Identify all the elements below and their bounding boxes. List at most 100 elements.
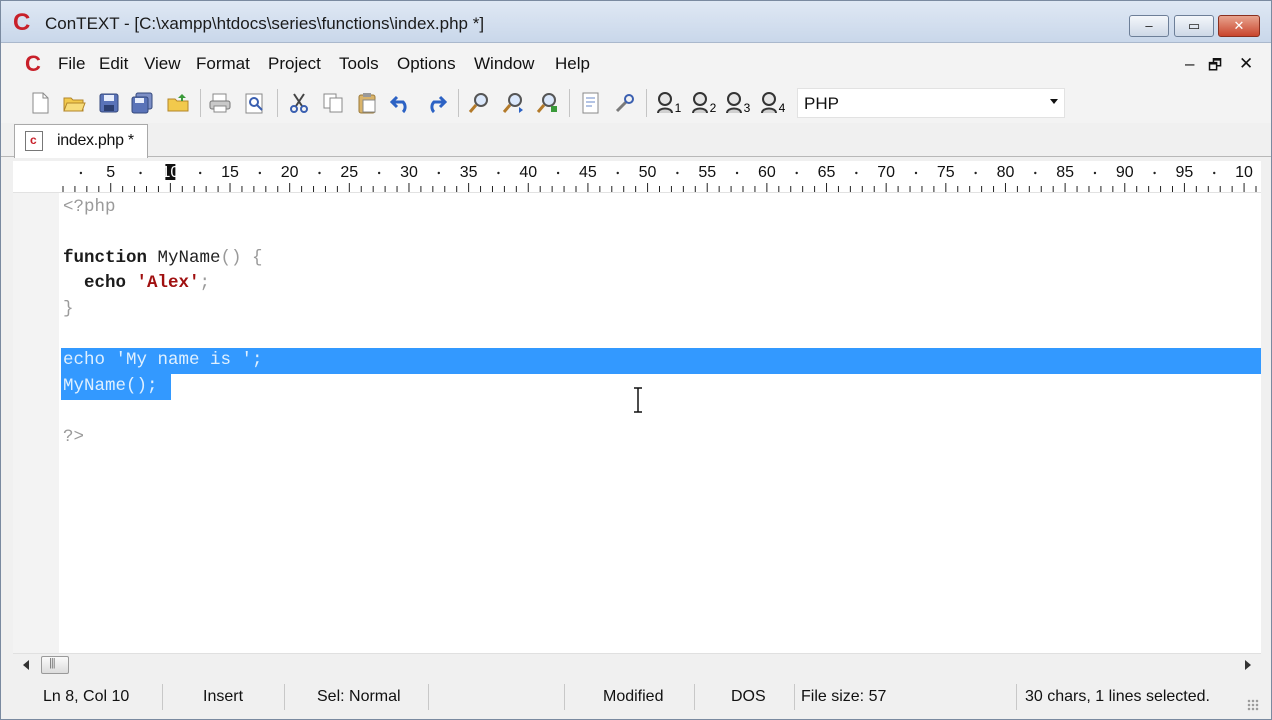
user-1-icon[interactable]: 1 [653,90,683,116]
status-cursor-position: Ln 8, Col 10 [13,684,163,710]
undo-icon[interactable] [389,90,415,116]
menu-help[interactable]: Help [555,54,590,74]
status-file-size: File size: 57 [795,684,1017,710]
print-icon[interactable] [207,90,233,116]
menu-window[interactable]: Window [474,54,534,74]
ruler-ticks: 5 10 15 20 25 30 35 40 45 50 55 60 65 70 75 80 85 90 95 10 [62,164,1257,192]
settings-icon[interactable] [612,90,638,116]
save-all-icon[interactable] [129,90,155,116]
user-3-icon[interactable]: 3 [722,90,752,116]
replace-icon[interactable] [534,90,560,116]
ruler-dot [914,171,918,175]
ruler-label: 45 [579,164,597,181]
window-title: ConTEXT - [C:\xampp\htdocs\series\functi… [45,14,485,33]
ruler-label: 75 [937,164,955,181]
maximize-icon: ▭ [1187,18,1201,33]
horizontal-scrollbar[interactable] [13,653,1261,675]
cut-icon[interactable] [286,90,312,116]
menu-tools[interactable]: Tools [339,54,379,74]
scrollbar-thumb[interactable] [41,656,69,674]
ruler-dot [676,171,679,175]
maximize-button[interactable]: ▭ [1174,15,1214,37]
mdi-minimize-button[interactable]: – [1185,54,1194,74]
print-preview-icon[interactable] [242,90,268,116]
ruler-label: 5 [106,164,115,181]
scroll-left-icon[interactable] [23,660,29,670]
language-select-value: PHP [804,94,839,113]
save-icon[interactable] [96,90,122,116]
open-project-icon[interactable] [165,90,191,116]
paste-icon[interactable] [354,90,380,116]
editor-gutter [13,193,59,653]
ruler-label: 80 [997,164,1015,181]
toolbar-separator [646,89,647,117]
status-insert-mode: Insert [163,684,285,710]
ruler-label: 55 [698,164,716,181]
mdi-restore-button[interactable]: 🗗 [1208,55,1222,80]
export-icon[interactable] [578,90,604,116]
ruler-dot [795,171,798,175]
toolbar-separator [458,89,459,117]
tab-bar: index.php * [1,123,1271,158]
user-2-icon[interactable]: 2 [688,90,718,116]
resize-grip-icon[interactable] [1247,699,1259,711]
minimize-icon: ‒ [1145,18,1153,33]
mdi-close-button[interactable]: ✕ [1239,54,1253,74]
redo-icon[interactable] [422,90,448,116]
code-line-10: ?> [63,427,85,447]
menu-view[interactable]: View [144,54,181,74]
ruler-label: 10 [161,164,179,181]
toolbar-separator [569,89,570,117]
open-folder-icon[interactable] [61,90,87,116]
status-line-endings: DOS [695,684,795,710]
ruler-dot [1093,171,1097,175]
text-cursor-icon [634,387,642,413]
ruler-label: 95 [1176,164,1194,181]
ruler-label: 35 [460,164,478,181]
ruler-dot [198,171,202,175]
ruler-label: 90 [1116,164,1134,181]
ruler-label: 60 [758,164,776,181]
ruler-dot [1213,171,1216,175]
ruler-dot [318,171,321,175]
menu-edit[interactable]: Edit [99,54,128,74]
toolbar-separator [277,89,278,117]
code-line-1: <?php [63,197,116,217]
chevron-down-icon [1050,99,1058,104]
ruler-label: 15 [221,164,239,181]
menu-project[interactable]: Project [268,54,321,74]
ruler-label: 25 [340,164,358,181]
close-button[interactable]: ✕ [1218,15,1260,37]
user-4-icon[interactable]: 4 [757,90,787,116]
status-bar: Ln 8, Col 10 Insert Sel: Normal Modified… [13,681,1261,713]
copy-icon[interactable] [320,90,346,116]
menu-options[interactable]: Options [397,54,456,74]
new-file-icon[interactable] [27,90,53,116]
document-menu-icon[interactable]: C [25,53,47,75]
ruler: 5 10 15 20 25 30 35 40 45 50 55 60 65 70 75 80 85 90 95 10 [13,161,1261,193]
ruler-label: 30 [400,164,418,181]
tab-label: index.php * [57,132,134,149]
language-select[interactable]: PHP [797,88,1065,118]
tab-index-php[interactable]: index.php * [14,124,148,158]
title-bar: C ConTEXT - [C:\xampp\htdocs\series\func… [1,1,1271,43]
ruler-dot [139,171,142,175]
menu-format[interactable]: Format [196,54,250,74]
menu-file[interactable]: File [58,54,85,74]
ruler-dot [616,171,619,175]
find-next-icon[interactable] [500,90,526,116]
ruler-dot [855,171,858,175]
minimize-button[interactable]: ‒ [1129,15,1169,37]
ruler-dot [1153,171,1156,175]
ruler-label: 40 [519,164,537,181]
toolbar: 1 2 3 4 PHP [1,83,1271,123]
context-logo-icon: C [13,9,31,36]
scroll-right-icon[interactable] [1245,660,1251,670]
app-window: C ConTEXT - [C:\xampp\htdocs\series\func… [0,0,1272,720]
ruler-label: 85 [1056,164,1074,181]
code-editor[interactable]: <?php function MyName() { echo 'Alex'; }… [13,193,1261,653]
find-icon[interactable] [466,90,492,116]
ruler-dot [258,171,262,175]
ruler-label: 50 [639,164,657,181]
ruler-dot [974,171,977,175]
